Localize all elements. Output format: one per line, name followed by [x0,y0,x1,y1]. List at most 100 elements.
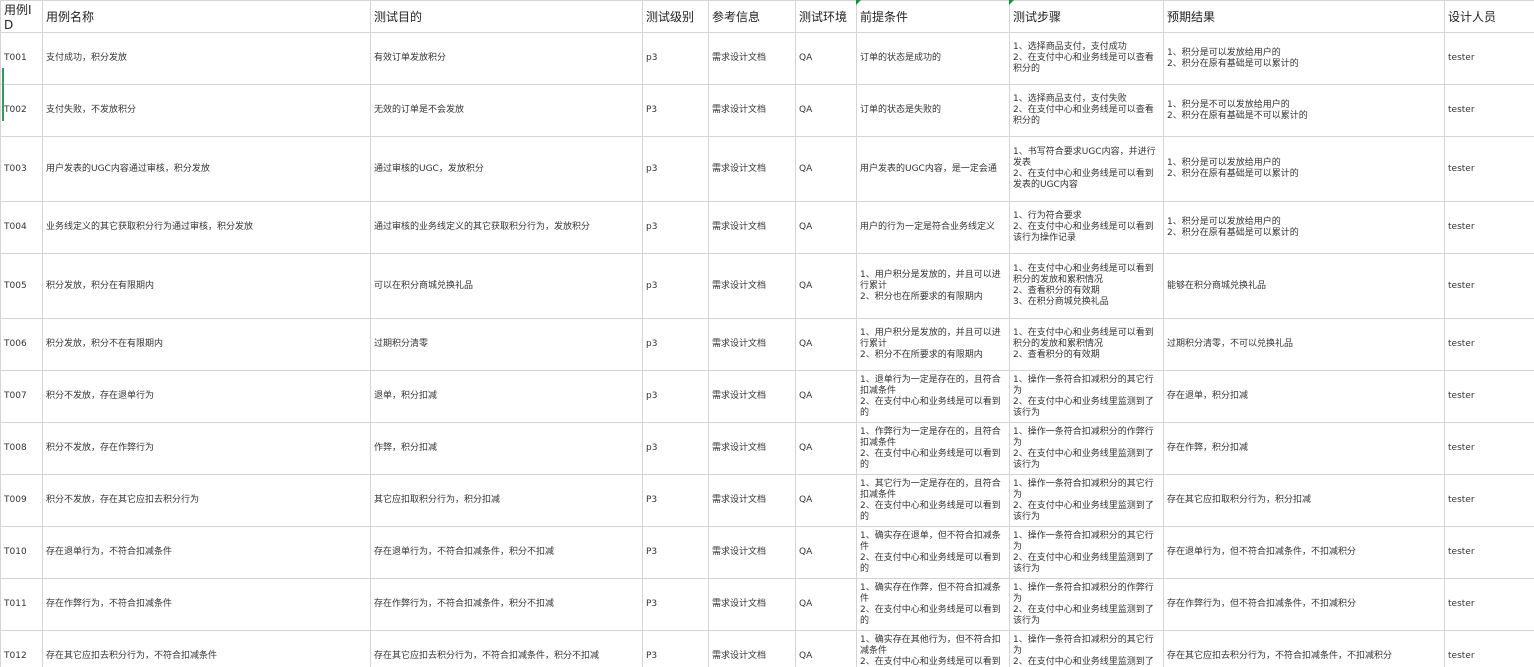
cell-env[interactable]: QA [795,136,857,202]
header-cell-env[interactable]: 测试环境 [795,0,857,33]
cell-id[interactable]: T002 [0,84,43,137]
cell-designer[interactable]: tester [1444,32,1534,85]
cell-expected[interactable]: 存在作弊，积分扣减 [1163,422,1445,475]
cell-id[interactable]: T001 [0,32,43,85]
header-cell-precondition[interactable]: 前提条件 [856,0,1010,33]
cell-purpose[interactable]: 通过审核的业务线定义的其它获取积分行为，发放积分 [370,201,643,254]
header-cell-name[interactable]: 用例名称 [42,0,371,33]
cell-level[interactable]: P3 [642,474,709,527]
cell-precondition[interactable]: 1、确实存在作弊，但不符合扣减条件 2、在支付中心和业务线是可以看到的 [856,578,1010,631]
cell-name[interactable]: 存在退单行为，不符合扣减条件 [42,526,371,579]
cell-reference[interactable]: 需求设计文档 [708,253,796,319]
cell-steps[interactable]: 1、操作一条符合扣减积分的其它行为2、在支付中心和业务线里监测到了该行为 [1009,526,1164,579]
cell-precondition[interactable]: 订单的状态是成功的 [856,32,1010,85]
cell-name[interactable]: 积分发放，积分在有限期内 [42,253,371,319]
cell-purpose[interactable]: 过期积分清零 [370,318,643,371]
cell-designer[interactable]: tester [1444,422,1534,475]
cell-steps[interactable]: 1、在支付中心和业务线是可以看到积分的发放和累积情况 2、查看积分的有效期 [1009,318,1164,371]
cell-expected[interactable]: 过期积分清零，不可以兑换礼品 [1163,318,1445,371]
cell-env[interactable]: QA [795,201,857,254]
cell-expected[interactable]: 能够在积分商城兑换礼品 [1163,253,1445,319]
cell-purpose[interactable]: 其它应扣取积分行为，积分扣减 [370,474,643,527]
cell-precondition[interactable]: 1、用户积分是发放的，并且可以进行累计 2、积分不在所要求的有限期内 [856,318,1010,371]
cell-expected[interactable]: 存在其它应扣取积分行为，积分扣减 [1163,474,1445,527]
cell-env[interactable]: QA [795,370,857,423]
cell-expected[interactable]: 1、积分是不可以发放给用户的 2、积分在原有基础是不可以累计的 [1163,84,1445,137]
cell-name[interactable]: 用户发表的UGC内容通过审核，积分发放 [42,136,371,202]
cell-id[interactable]: T012 [0,630,43,667]
cell-id[interactable]: T009 [0,474,43,527]
cell-steps[interactable]: 1、操作一条符合扣减积分的其它行为2、在支付中心和业务线里监测到了该行为 [1009,370,1164,423]
cell-level[interactable]: p3 [642,201,709,254]
cell-steps[interactable]: 1、操作一条符合扣减积分的作弊行为 2、在支付中心和业务线里监测到了该行为 [1009,578,1164,631]
cell-steps[interactable]: 1、操作一条符合扣减积分的其它行为2、在支付中心和业务线里监测到了该行为 [1009,630,1164,667]
cell-designer[interactable]: tester [1444,370,1534,423]
cell-id[interactable]: T003 [0,136,43,202]
cell-id[interactable]: T005 [0,253,43,319]
cell-reference[interactable]: 需求设计文档 [708,578,796,631]
header-cell-level[interactable]: 测试级别 [642,0,709,33]
header-cell-designer[interactable]: 设计人员 [1444,0,1534,33]
cell-purpose[interactable]: 无效的订单是不会发放 [370,84,643,137]
cell-steps[interactable]: 1、选择商品支付，支付成功 2、在支付中心和业务线是可以查看积分的 [1009,32,1164,85]
cell-level[interactable]: P3 [642,526,709,579]
cell-purpose[interactable]: 可以在积分商城兑换礼品 [370,253,643,319]
cell-precondition[interactable]: 1、确实存在其他行为，但不符合扣减条件2、在支付中心和业务线是可以看到的 [856,630,1010,667]
cell-env[interactable]: QA [795,32,857,85]
header-cell-purpose[interactable]: 测试目的 [370,0,643,33]
cell-name[interactable]: 业务线定义的其它获取积分行为通过审核，积分发放 [42,201,371,254]
cell-env[interactable]: QA [795,84,857,137]
cell-expected[interactable]: 存在退单，积分扣减 [1163,370,1445,423]
cell-steps[interactable]: 1、操作一条符合扣减积分的其它行为2、在支付中心和业务线里监测到了该行为 [1009,474,1164,527]
cell-designer[interactable]: tester [1444,526,1534,579]
cell-env[interactable]: QA [795,318,857,371]
cell-purpose[interactable]: 存在其它应扣去积分行为，不符合扣减条件，积分不扣减 [370,630,643,667]
cell-reference[interactable]: 需求设计文档 [708,318,796,371]
cell-name[interactable]: 存在其它应扣去积分行为，不符合扣减条件 [42,630,371,667]
cell-env[interactable]: QA [795,526,857,579]
header-cell-expected[interactable]: 预期结果 [1163,0,1445,33]
cell-reference[interactable]: 需求设计文档 [708,526,796,579]
cell-env[interactable]: QA [795,474,857,527]
cell-precondition[interactable]: 1、确实存在退单，但不符合扣减条件 2、在支付中心和业务线是可以看到的 [856,526,1010,579]
cell-id[interactable]: T011 [0,578,43,631]
cell-reference[interactable]: 需求设计文档 [708,136,796,202]
cell-expected[interactable]: 1、积分是可以发放给用户的 2、积分在原有基础是可以累计的 [1163,136,1445,202]
cell-designer[interactable]: tester [1444,201,1534,254]
cell-steps[interactable]: 1、选择商品支付，支付失败 2、在支付中心和业务线是可以查看积分的 [1009,84,1164,137]
cell-id[interactable]: T008 [0,422,43,475]
cell-precondition[interactable]: 1、作弊行为一定是存在的，且符合扣减条件 2、在支付中心和业务线是可以看到的 [856,422,1010,475]
cell-level[interactable]: p3 [642,32,709,85]
cell-env[interactable]: QA [795,422,857,475]
cell-expected[interactable]: 存在退单行为，但不符合扣减条件，不扣减积分 [1163,526,1445,579]
cell-id[interactable]: T010 [0,526,43,579]
cell-level[interactable]: p3 [642,318,709,371]
cell-designer[interactable]: tester [1444,578,1534,631]
cell-level[interactable]: p3 [642,253,709,319]
cell-name[interactable]: 积分不发放，存在其它应扣去积分行为 [42,474,371,527]
cell-steps[interactable]: 1、书写符合要求UGC内容，并进行发表 2、在支付中心和业务线是可以看到发表的UG… [1009,136,1164,202]
cell-designer[interactable]: tester [1444,474,1534,527]
cell-designer[interactable]: tester [1444,136,1534,202]
cell-id[interactable]: T006 [0,318,43,371]
cell-reference[interactable]: 需求设计文档 [708,422,796,475]
cell-reference[interactable]: 需求设计文档 [708,201,796,254]
cell-level[interactable]: p3 [642,370,709,423]
cell-designer[interactable]: tester [1444,84,1534,137]
cell-level[interactable]: P3 [642,84,709,137]
cell-id[interactable]: T004 [0,201,43,254]
cell-expected[interactable]: 1、积分是可以发放给用户的 2、积分在原有基础是可以累计的 [1163,32,1445,85]
cell-purpose[interactable]: 有效订单发放积分 [370,32,643,85]
cell-expected[interactable]: 存在其它应扣去积分行为，不符合扣减条件，不扣减积分 [1163,630,1445,667]
cell-env[interactable]: QA [795,253,857,319]
cell-designer[interactable]: tester [1444,318,1534,371]
cell-precondition[interactable]: 1、其它行为一定是存在的，且符合扣减条件 2、在支付中心和业务线是可以看到的 [856,474,1010,527]
cell-precondition[interactable]: 1、用户积分是发放的，并且可以进行累计 2、积分也在所要求的有限期内 [856,253,1010,319]
cell-steps[interactable]: 1、行为符合要求 2、在支付中心和业务线是可以看到该行为操作记录 [1009,201,1164,254]
cell-steps[interactable]: 1、操作一条符合扣减积分的作弊行为 2、在支付中心和业务线里监测到了该行为 [1009,422,1164,475]
cell-name[interactable]: 支付失败，不发放积分 [42,84,371,137]
cell-expected[interactable]: 1、积分是可以发放给用户的 2、积分在原有基础是可以累计的 [1163,201,1445,254]
header-cell-reference[interactable]: 参考信息 [708,0,796,33]
cell-reference[interactable]: 需求设计文档 [708,474,796,527]
cell-expected[interactable]: 存在作弊行为，但不符合扣减条件，不扣减积分 [1163,578,1445,631]
